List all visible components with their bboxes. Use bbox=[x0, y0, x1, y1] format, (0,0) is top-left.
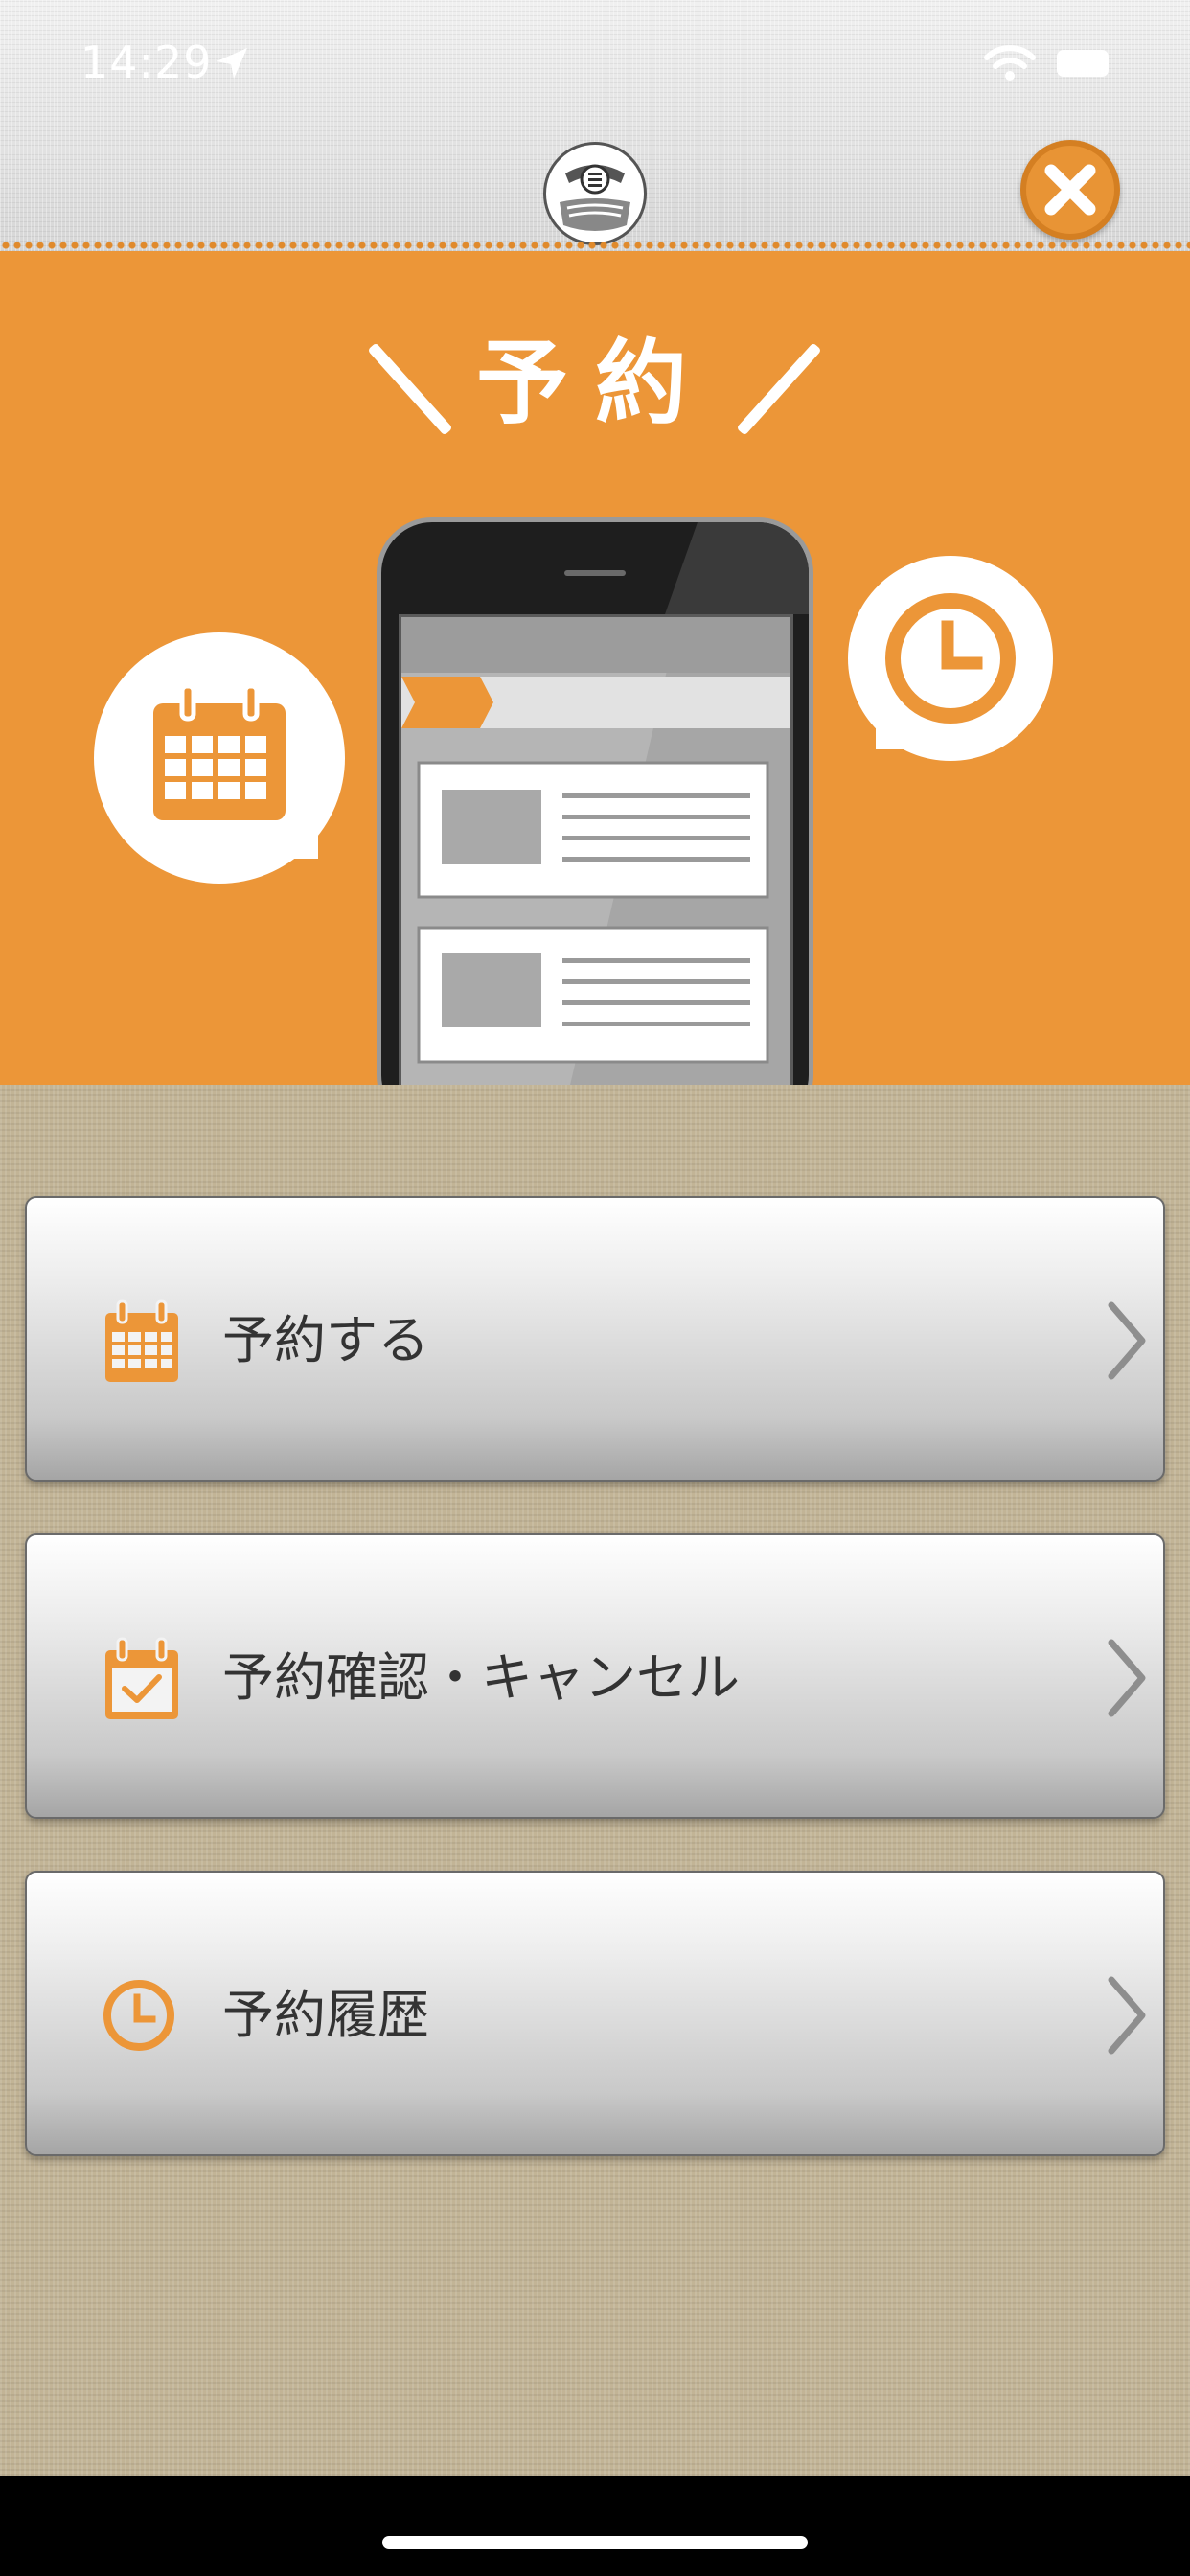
chevron-right-icon bbox=[1108, 1301, 1146, 1380]
app-header: 14:29 bbox=[0, 0, 1190, 251]
chevron-right-icon bbox=[1108, 1639, 1146, 1717]
reserve-button[interactable]: 予約する bbox=[25, 1196, 1165, 1482]
chevron-right-icon bbox=[1108, 1976, 1146, 2055]
calendar-bubble bbox=[94, 632, 345, 884]
crest-logo-icon bbox=[548, 147, 642, 241]
hero-title: 予約 bbox=[476, 330, 714, 437]
battery-icon bbox=[1057, 50, 1109, 77]
hero-banner: 予約 bbox=[0, 251, 1190, 1085]
phone-top-bezel bbox=[564, 522, 809, 614]
calendar-icon bbox=[153, 683, 286, 820]
wifi-icon bbox=[984, 45, 1036, 80]
clock-bubble bbox=[848, 556, 1053, 761]
phone-screen bbox=[399, 614, 793, 1085]
close-x-icon bbox=[1044, 164, 1096, 216]
header-stitch-divider bbox=[0, 240, 1190, 251]
reservation-check-cancel-label: 予約確認・キャンセル bbox=[222, 1647, 740, 1708]
reservation-history-button[interactable]: 予約履歴 bbox=[25, 1871, 1165, 2156]
smartphone-illustration bbox=[377, 518, 813, 1085]
reservation-history-label: 予約履歴 bbox=[222, 1985, 429, 2045]
location-arrow-icon bbox=[217, 48, 247, 79]
calendar-check-icon bbox=[105, 1637, 178, 1719]
calendar-icon bbox=[105, 1300, 178, 1382]
menu-area: 予約する 予約確認・キャンセル 予約履歴 bbox=[0, 1085, 1190, 2476]
bottom-bar bbox=[0, 2476, 1190, 2576]
phone-screen-content bbox=[401, 617, 790, 1085]
shop-logo bbox=[543, 142, 647, 245]
status-time: 14:29 bbox=[80, 36, 213, 88]
clock-icon bbox=[885, 593, 1016, 724]
home-indicator[interactable] bbox=[382, 2536, 808, 2549]
reserve-label: 予約する bbox=[222, 1310, 429, 1370]
clock-icon bbox=[103, 1980, 174, 2051]
reservation-check-cancel-button[interactable]: 予約確認・キャンセル bbox=[25, 1533, 1165, 1819]
close-button[interactable] bbox=[1020, 140, 1120, 240]
